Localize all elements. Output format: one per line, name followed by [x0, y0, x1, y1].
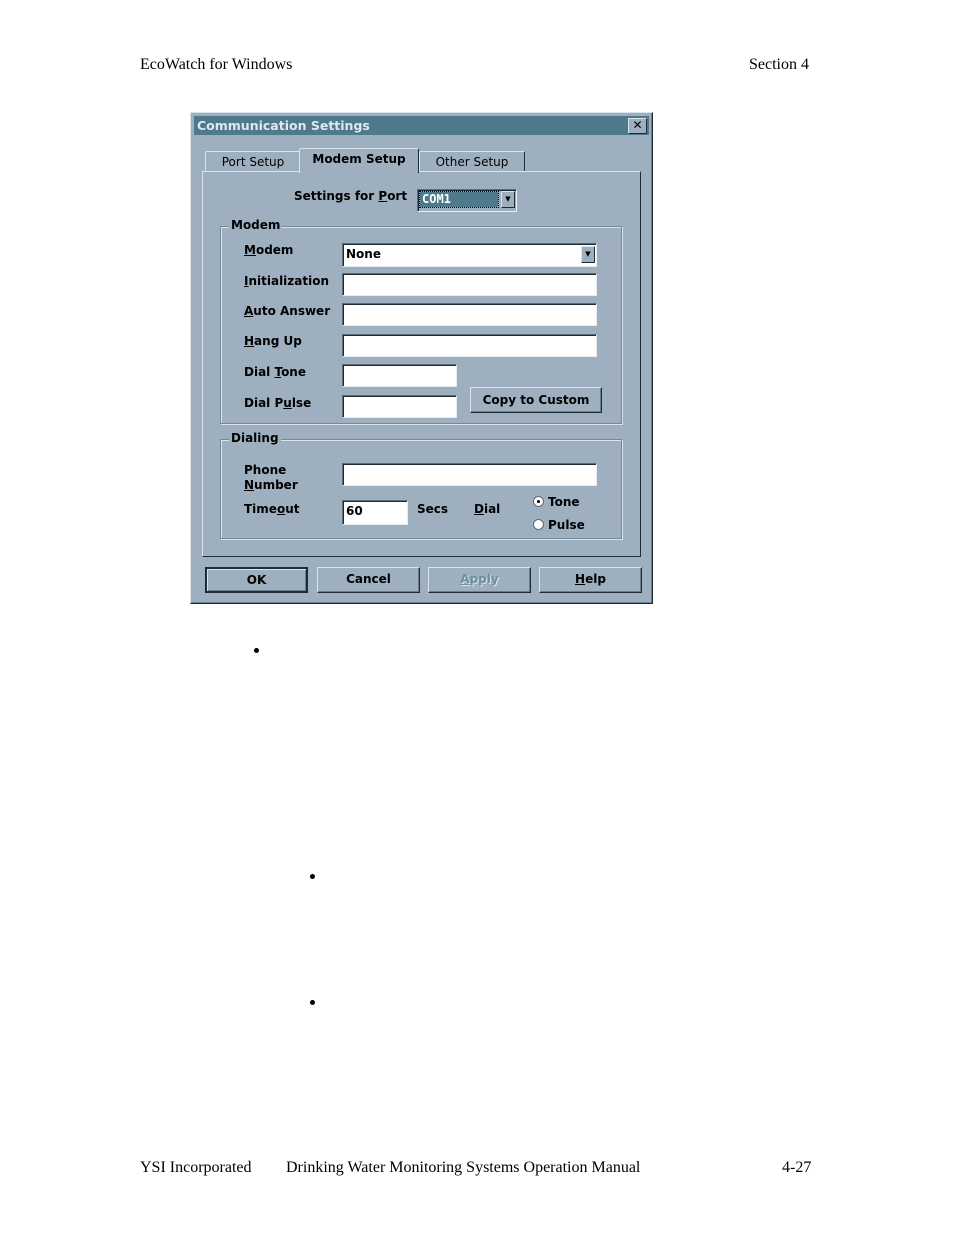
radio-tone-button[interactable] — [533, 496, 544, 507]
cancel-button[interactable]: Cancel — [317, 567, 420, 593]
dial-pulse-input[interactable] — [342, 395, 457, 418]
timeout-label: Timeout — [244, 502, 300, 516]
dial-label: Dial — [474, 502, 501, 516]
chevron-down-icon[interactable]: ▼ — [581, 246, 595, 263]
initialization-input[interactable] — [342, 273, 597, 296]
dialog-title: Communication Settings — [197, 118, 370, 133]
port-select[interactable]: COM1 ▼ — [417, 189, 517, 212]
tab-label: Port Setup — [221, 155, 285, 169]
tab-modem-setup[interactable]: Modem Setup — [299, 148, 419, 173]
modem-select[interactable]: None ▼ — [342, 243, 597, 267]
bullet — [254, 648, 259, 653]
dial-pulse-label: Dial Pulse — [244, 396, 312, 410]
communication-settings-dialog: Communication Settings ✕ Port Setup Mode… — [190, 112, 653, 604]
close-icon: ✕ — [632, 118, 643, 132]
hang-up-input[interactable] — [342, 334, 597, 357]
auto-answer-input[interactable] — [342, 303, 597, 326]
tab-label: Modem Setup — [312, 152, 406, 166]
timeout-input[interactable]: 60 — [342, 500, 408, 525]
tab-other-setup[interactable]: Other Setup — [419, 151, 525, 172]
chevron-down-icon[interactable]: ▼ — [501, 191, 515, 208]
bullet — [310, 874, 315, 879]
dial-tone-label: Dial Tone — [244, 365, 306, 379]
dial-tone-input[interactable] — [342, 364, 457, 387]
modem-value: None — [346, 247, 381, 261]
copy-to-custom-button[interactable]: Copy to Custom — [470, 387, 602, 413]
ok-button[interactable]: OK — [205, 567, 308, 593]
header-right: Section 4 — [749, 56, 809, 73]
footer-left: YSI Incorporated — [140, 1159, 252, 1176]
footer-center: Drinking Water Monitoring Systems Operat… — [286, 1159, 641, 1176]
apply-button: Apply — [428, 567, 531, 593]
bullet — [310, 1000, 315, 1005]
help-button[interactable]: Help — [539, 567, 642, 593]
port-label: Settings for Port — [294, 189, 408, 203]
secs-label: Secs — [417, 502, 449, 516]
modem-label: Modem — [244, 243, 294, 257]
auto-answer-label: Auto Answer — [244, 304, 331, 318]
tab-port-setup[interactable]: Port Setup — [205, 151, 301, 172]
modem-group-title: Modem — [229, 218, 283, 232]
title-bar: Communication Settings ✕ — [194, 116, 649, 135]
radio-pulse-button[interactable] — [533, 519, 544, 530]
tab-label: Other Setup — [435, 155, 509, 169]
header-left: EcoWatch for Windows — [140, 56, 293, 73]
port-value: COM1 — [419, 191, 499, 208]
dialing-group-title: Dialing — [229, 431, 281, 445]
phone-number-input[interactable] — [342, 463, 597, 486]
radio-tone-label: Tone — [548, 495, 580, 509]
hang-up-label: Hang Up — [244, 334, 302, 348]
close-button[interactable]: ✕ — [628, 118, 647, 134]
phone-number-label: Phone Number — [244, 463, 298, 492]
initialization-label: Initialization — [244, 274, 330, 288]
footer-page-number: 4-27 — [782, 1159, 812, 1176]
radio-pulse-label: Pulse — [548, 518, 585, 532]
